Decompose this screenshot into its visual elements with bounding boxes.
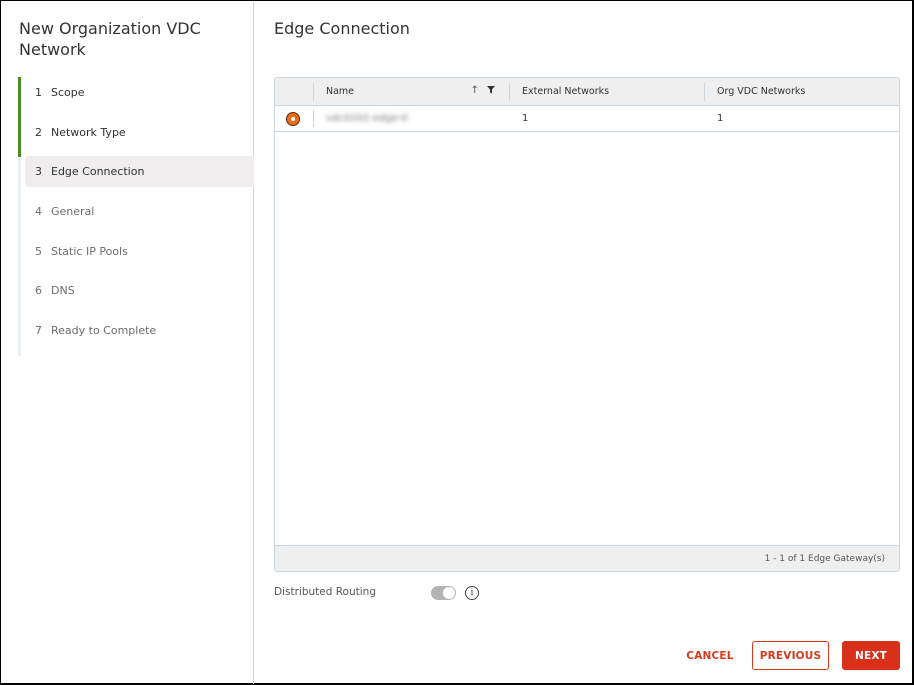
- cell-value: 1: [522, 113, 529, 124]
- column-label: Org VDC Networks: [717, 86, 806, 97]
- column-separator: [313, 110, 314, 127]
- step-number: 3: [35, 165, 42, 179]
- column-label: Name: [326, 86, 355, 97]
- column-controls: ↑: [471, 85, 495, 97]
- step-general[interactable]: 4 General: [18, 196, 254, 227]
- column-header-external-networks[interactable]: External Networks: [509, 78, 704, 105]
- step-number: 1: [35, 86, 42, 99]
- toggle-knob: [443, 587, 455, 599]
- step-label: Ready to Complete: [51, 324, 157, 338]
- row-radio-selected[interactable]: [286, 112, 300, 126]
- wizard-steps: 1 Scope 2 Network Type 3 Edge Connection…: [18, 77, 254, 356]
- step-dns[interactable]: 6 DNS: [18, 275, 254, 306]
- cell-org-vdc-networks: 1: [704, 106, 899, 131]
- step-number: 2: [35, 125, 42, 139]
- cell-value: 1: [717, 113, 724, 124]
- cell-external-networks: 1: [509, 106, 704, 131]
- step-network-type[interactable]: 2 Network Type: [18, 117, 254, 148]
- distributed-routing-label: Distributed Routing: [274, 586, 376, 598]
- column-header-name[interactable]: Name ↑: [313, 78, 509, 105]
- wizard-title: New Organization VDC Network: [19, 19, 201, 59]
- step-static-ip-pools[interactable]: 5 Static IP Pools: [18, 236, 254, 267]
- next-button[interactable]: NEXT: [842, 641, 900, 670]
- select-column-header: [275, 78, 313, 105]
- column-separator[interactable]: [509, 83, 510, 101]
- edge-gateway-name: vdc0202-edge-0: [326, 113, 408, 124]
- step-number: 4: [35, 205, 42, 219]
- table-row[interactable]: vdc0202-edge-0 1 1: [275, 106, 899, 132]
- step-label: DNS: [51, 284, 75, 298]
- column-header-org-vdc-networks[interactable]: Org VDC Networks: [704, 78, 899, 105]
- info-icon[interactable]: i: [465, 586, 479, 600]
- row-select-cell: [275, 106, 313, 131]
- page-title: Edge Connection: [274, 19, 410, 38]
- grid-footer: 1 - 1 of 1 Edge Gateway(s): [275, 545, 899, 571]
- distributed-routing-field: Distributed Routing i: [274, 584, 574, 604]
- step-label: General: [51, 205, 95, 219]
- step-number: 7: [35, 324, 42, 338]
- wizard-dialog: New Organization VDC Network 1 Scope 2 N…: [0, 0, 914, 685]
- step-number: 5: [35, 244, 42, 258]
- wizard-sidebar: New Organization VDC Network 1 Scope 2 N…: [2, 2, 254, 684]
- previous-button[interactable]: PREVIOUS: [752, 641, 829, 670]
- step-label: Network Type: [51, 125, 126, 139]
- cell-name: vdc0202-edge-0: [313, 106, 509, 131]
- step-number: 6: [35, 284, 42, 298]
- pagination-summary: 1 - 1 of 1 Edge Gateway(s): [764, 553, 885, 564]
- distributed-routing-toggle[interactable]: [431, 586, 456, 600]
- wizard-content: Edge Connection Name ↑ External Networks…: [255, 2, 913, 684]
- step-label: Edge Connection: [51, 165, 145, 179]
- column-separator: [313, 83, 314, 101]
- step-label: Static IP Pools: [51, 244, 128, 258]
- cancel-button[interactable]: CANCEL: [678, 641, 742, 670]
- column-separator[interactable]: [704, 83, 705, 101]
- filter-icon[interactable]: [487, 85, 495, 97]
- step-label: Scope: [51, 86, 85, 99]
- sort-ascending-icon[interactable]: ↑: [471, 85, 479, 97]
- edge-gateway-grid: Name ↑ External Networks Org VDC Network…: [274, 77, 900, 572]
- step-scope[interactable]: 1 Scope: [18, 77, 254, 108]
- step-edge-connection[interactable]: 3 Edge Connection: [25, 156, 254, 188]
- step-ready-to-complete[interactable]: 7 Ready to Complete: [18, 315, 254, 346]
- column-label: External Networks: [522, 86, 610, 97]
- grid-header: Name ↑ External Networks Org VDC Network…: [275, 78, 899, 106]
